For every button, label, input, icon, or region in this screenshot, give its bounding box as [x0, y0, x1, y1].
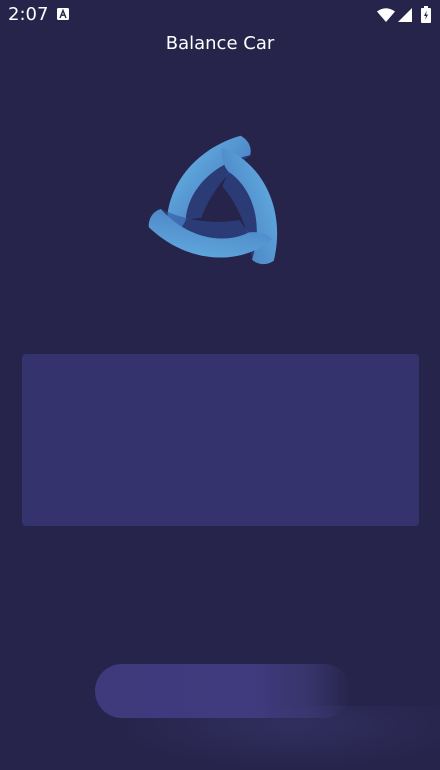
status-bar: 2:07	[0, 0, 440, 30]
action-button[interactable]	[95, 664, 351, 718]
battery-icon	[421, 6, 431, 23]
status-time: 2:07	[8, 4, 49, 25]
page-title: Balance Car	[165, 33, 275, 54]
cell-signal-icon	[398, 8, 412, 22]
triskelion-logo	[143, 135, 302, 284]
notification-a-icon	[57, 8, 69, 20]
info-panel	[22, 354, 419, 526]
wifi-icon	[377, 8, 395, 22]
